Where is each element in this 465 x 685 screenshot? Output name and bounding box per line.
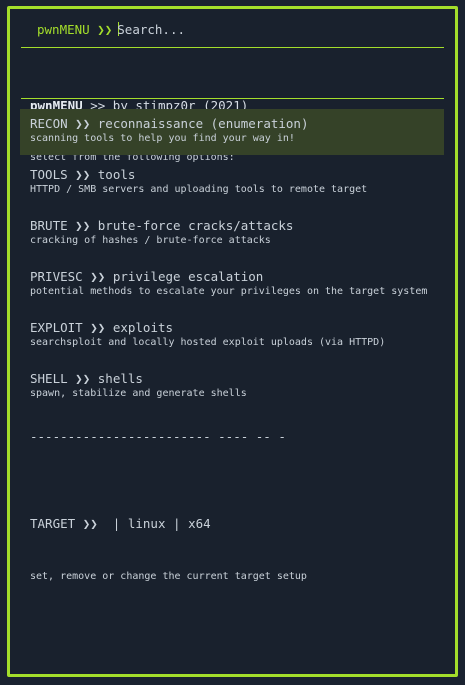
target-value: | linux | x64 (105, 516, 211, 531)
menu-item-description: scanning tools to help you find your way… (30, 133, 295, 144)
target-section: TARGET ❯❯ | linux | x64 set, remove or c… (20, 471, 444, 582)
chevron-double-right-icon: ❯❯ (75, 371, 91, 386)
menu-item-title: shells (97, 371, 143, 386)
menu-item-description: searchsploit and locally hosted exploit … (30, 337, 386, 348)
top-divider (21, 47, 444, 48)
menu-item-brute[interactable]: BRUTE ❯❯ brute-force cracks/attacks crack… (20, 211, 444, 257)
menu-item-tools[interactable]: TOOLS ❯❯ tools HTTPD / SMB servers and up… (20, 160, 444, 206)
menu-item-key: TOOLS (30, 167, 68, 182)
menu-item-recon[interactable]: RECON ❯❯ reconnaissance (enumeration) sca… (20, 109, 444, 155)
chevron-double-right-icon: ❯❯ (75, 218, 91, 233)
header-divider (21, 98, 444, 99)
menu-item-title: brute-force cracks/attacks (97, 218, 294, 233)
menu-item-title: tools (97, 167, 136, 182)
prompt-arrow-icon: ❯❯ (97, 22, 113, 37)
target-arrow-icon: ❯❯ (82, 516, 98, 531)
pwnmenu-window: pwnMENU ❯❯ pwnMENU >> by stimpz0r (2021)… (7, 6, 458, 677)
chevron-double-right-icon: ❯❯ (90, 320, 106, 335)
menu-item-shell[interactable]: SHELL ❯❯ shells spawn, stabilize and gene… (20, 364, 444, 410)
menu-item-privesc[interactable]: PRIVESC ❯❯ privilege escalation potential… (20, 262, 444, 308)
chevron-double-right-icon: ❯❯ (75, 116, 91, 131)
menu-item-key: BRUTE (30, 218, 68, 233)
menu-item-target[interactable]: TARGET ❯❯ | linux | x64 set, remove or c… (20, 471, 444, 582)
chevron-double-right-icon: ❯❯ (90, 269, 106, 284)
menu-item-description: potential methods to escalate your privi… (30, 286, 428, 297)
target-description: set, remove or change the current target… (30, 571, 307, 582)
menu-item-exploit[interactable]: EXPLOIT ❯❯ exploits searchsploit and loca… (20, 313, 444, 359)
search-prompt: pwnMENU ❯❯ (37, 22, 368, 40)
menu-list: RECON ❯❯ reconnaissance (enumeration) sca… (20, 109, 444, 415)
menu-item-key: PRIVESC (30, 269, 83, 284)
target-key: TARGET (30, 516, 76, 531)
menu-item-key: EXPLOIT (30, 320, 83, 335)
search-input[interactable] (117, 22, 368, 37)
menu-item-description: cracking of hashes / brute-force attacks (30, 235, 271, 246)
chevron-double-right-icon: ❯❯ (75, 167, 91, 182)
prompt-label: pwnMENU (37, 22, 90, 37)
menu-item-title: exploits (112, 320, 174, 335)
menu-separator: ------------------------ ---- -- - (30, 429, 286, 444)
menu-item-title: reconnaissance (enumeration) (97, 116, 309, 131)
menu-item-key: SHELL (30, 371, 68, 386)
menu-item-title: privilege escalation (112, 269, 264, 284)
menu-item-key: RECON (30, 116, 68, 131)
menu-item-description: HTTPD / SMB servers and uploading tools … (30, 184, 368, 195)
menu-item-description: spawn, stabilize and generate shells (30, 388, 247, 399)
